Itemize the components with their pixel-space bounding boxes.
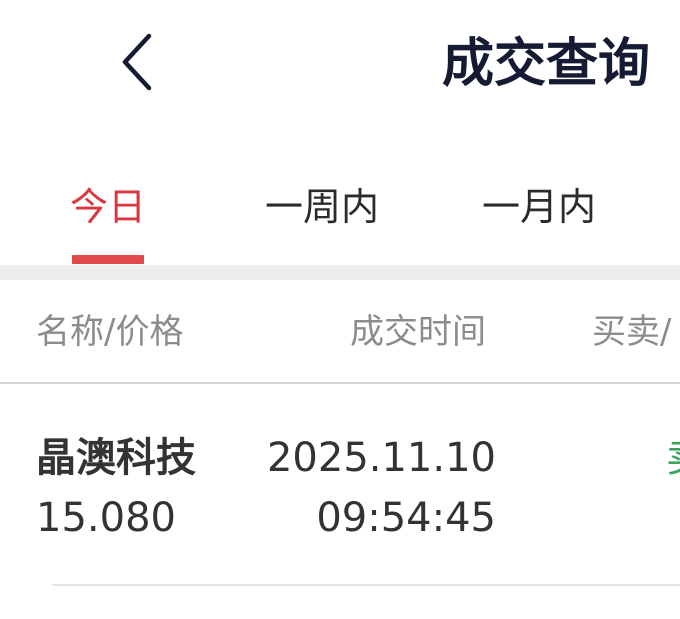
column-header-trade-time: 成交时间 — [350, 312, 486, 352]
tab-today[interactable]: 今日 — [70, 182, 146, 232]
column-header-name-price: 名称/价格 — [36, 312, 184, 352]
table-header: 名称/价格 成交时间 买卖/ — [0, 280, 680, 384]
trade-time: 09:54:45 — [316, 495, 496, 541]
back-button[interactable] — [108, 26, 164, 98]
stock-name: 晶澳科技 — [36, 435, 196, 481]
row-divider — [52, 584, 680, 586]
header-bar: 成交查询 — [0, 0, 680, 130]
page-title: 成交查询 — [441, 34, 650, 94]
trade-date: 2025.11.10 — [266, 435, 496, 481]
stock-price: 15.080 — [36, 495, 176, 541]
tab-month[interactable]: 一月内 — [482, 182, 596, 232]
tab-bar: 今日 一周内 一月内 — [0, 170, 680, 265]
active-tab-indicator — [72, 255, 144, 264]
tab-week[interactable]: 一周内 — [265, 182, 379, 232]
table-row[interactable]: 晶澳科技 15.080 2025.11.10 09:54:45 卖 — [0, 384, 680, 584]
trade-side: 卖 — [666, 432, 680, 484]
chevron-left-icon — [122, 33, 152, 91]
column-header-side: 买卖/ — [592, 312, 672, 352]
section-divider — [0, 265, 680, 280]
